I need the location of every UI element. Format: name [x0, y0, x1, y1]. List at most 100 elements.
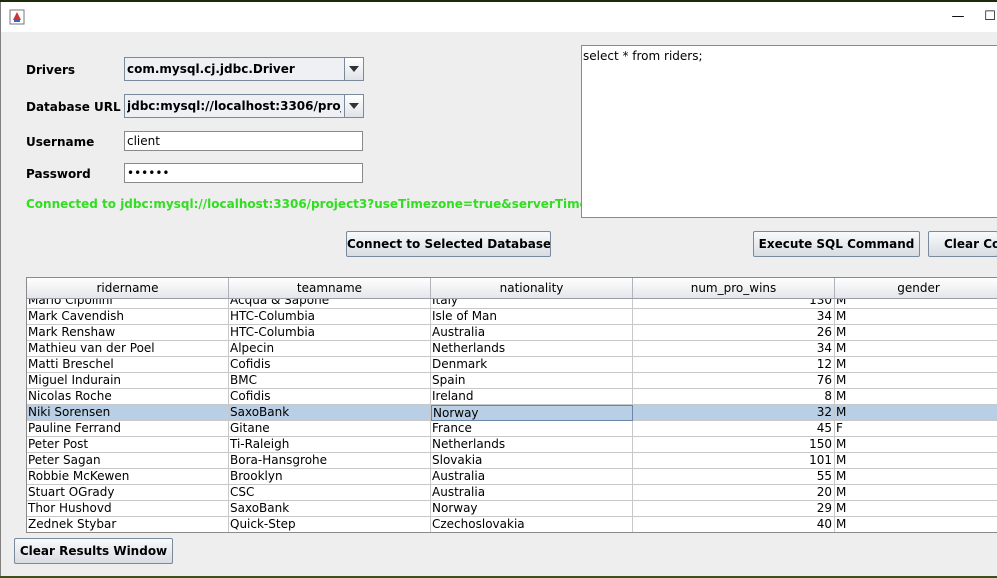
results-table[interactable]: Mario Cipollini Acqua & Sapone Italy 130 M Ma… [26, 277, 997, 533]
table-cell[interactable]: 32 [633, 405, 835, 421]
table-row[interactable]: Nicolas Roche Cofidis Ireland 8 M [27, 389, 997, 405]
table-cell[interactable]: Thor Hushovd [27, 501, 229, 517]
column-header-nationality[interactable]: nationality [431, 278, 633, 298]
database-url-combo[interactable]: jdbc:mysql://localhost:3306/project3... [124, 94, 364, 118]
table-row[interactable]: Stuart OGrady CSC Australia 20 M [27, 485, 997, 501]
table-row[interactable]: Pauline Ferrand Gitane France 45 F [27, 421, 997, 437]
table-cell[interactable]: Quick-Step [229, 517, 431, 532]
table-cell[interactable]: M [835, 405, 997, 421]
table-cell[interactable]: M [835, 325, 997, 341]
drivers-combo[interactable]: com.mysql.cj.jdbc.Driver [124, 57, 364, 81]
table-cell[interactable]: Norway [431, 405, 633, 421]
table-cell[interactable]: 34 [633, 341, 835, 357]
table-row[interactable]: Miguel Indurain BMC Spain 76 M [27, 373, 997, 389]
table-row[interactable]: Zednek Stybar Quick-Step Czechoslovakia 40 M [27, 517, 997, 532]
table-cell[interactable]: M [835, 469, 997, 485]
password-field[interactable]: •••••• [124, 163, 363, 183]
column-header-teamname[interactable]: teamname [229, 278, 431, 298]
table-cell[interactable]: HTC-Columbia [229, 325, 431, 341]
table-cell[interactable]: Brooklyn [229, 469, 431, 485]
table-cell[interactable]: Zednek Stybar [27, 517, 229, 532]
table-cell[interactable]: Alpecin [229, 341, 431, 357]
table-cell[interactable]: Mark Cavendish [27, 309, 229, 325]
table-cell[interactable]: Cofidis [229, 389, 431, 405]
table-cell[interactable]: Mark Renshaw [27, 325, 229, 341]
table-cell[interactable]: Gitane [229, 421, 431, 437]
clear-command-button[interactable]: Clear Con [928, 231, 997, 257]
minimize-button[interactable]: — [949, 8, 967, 26]
table-cell[interactable]: Australia [431, 485, 633, 501]
table-cell[interactable]: CSC [229, 485, 431, 501]
table-cell[interactable]: Bora-Hansgrohe [229, 453, 431, 469]
table-cell[interactable]: Peter Post [27, 437, 229, 453]
maximize-button[interactable]: ☐ [981, 8, 997, 26]
table-cell[interactable]: HTC-Columbia [229, 309, 431, 325]
execute-sql-button[interactable]: Execute SQL Command [753, 231, 920, 257]
connect-button[interactable]: Connect to Selected Database [346, 231, 551, 257]
table-cell[interactable]: M [835, 341, 997, 357]
table-cell[interactable]: 76 [633, 373, 835, 389]
table-cell[interactable]: M [835, 357, 997, 373]
table-cell[interactable]: 45 [633, 421, 835, 437]
table-cell[interactable]: France [431, 421, 633, 437]
column-header-num-pro-wins[interactable]: num_pro_wins [633, 278, 835, 298]
table-cell[interactable]: Australia [431, 325, 633, 341]
table-row[interactable]: Mark Renshaw HTC-Columbia Australia 26 M [27, 325, 997, 341]
table-cell[interactable]: M [835, 485, 997, 501]
table-cell[interactable]: M [835, 453, 997, 469]
table-cell[interactable]: Nicolas Roche [27, 389, 229, 405]
table-row[interactable]: Niki Sorensen SaxoBank Norway 32 M [27, 405, 997, 421]
table-cell[interactable]: SaxoBank [229, 501, 431, 517]
table-cell[interactable]: M [835, 501, 997, 517]
table-cell[interactable]: Spain [431, 373, 633, 389]
table-row[interactable]: Mark Cavendish HTC-Columbia Isle of Man 34 M [27, 309, 997, 325]
table-cell[interactable]: Niki Sorensen [27, 405, 229, 421]
table-cell[interactable]: M [835, 437, 997, 453]
table-cell[interactable]: Slovakia [431, 453, 633, 469]
table-row[interactable]: Robbie McKewen Brooklyn Australia 55 M [27, 469, 997, 485]
table-cell[interactable]: Pauline Ferrand [27, 421, 229, 437]
table-row[interactable]: Peter Post Ti-Raleigh Netherlands 150 M [27, 437, 997, 453]
table-cell[interactable]: Ireland [431, 389, 633, 405]
table-cell[interactable]: M [835, 373, 997, 389]
table-cell[interactable]: Miguel Indurain [27, 373, 229, 389]
clear-results-button[interactable]: Clear Results Window [14, 538, 173, 564]
table-cell[interactable]: Czechoslovakia [431, 517, 633, 532]
table-cell[interactable]: SaxoBank [229, 405, 431, 421]
table-cell[interactable]: Matti Breschel [27, 357, 229, 373]
table-cell[interactable]: Peter Sagan [27, 453, 229, 469]
username-field[interactable]: client [124, 131, 363, 151]
table-cell[interactable]: Australia [431, 469, 633, 485]
table-cell[interactable]: 34 [633, 309, 835, 325]
column-header-gender[interactable]: gender [835, 278, 997, 298]
table-cell[interactable]: Denmark [431, 357, 633, 373]
table-cell[interactable]: BMC [229, 373, 431, 389]
table-row[interactable]: Matti Breschel Cofidis Denmark 12 M [27, 357, 997, 373]
table-row[interactable]: Peter Sagan Bora-Hansgrohe Slovakia 101 M [27, 453, 997, 469]
table-cell[interactable]: 40 [633, 517, 835, 532]
table-cell[interactable]: 12 [633, 357, 835, 373]
sql-command-textarea[interactable]: select * from riders; [581, 45, 997, 218]
table-cell[interactable]: Netherlands [431, 437, 633, 453]
table-cell[interactable]: Netherlands [431, 341, 633, 357]
table-cell[interactable]: Ti-Raleigh [229, 437, 431, 453]
table-cell[interactable]: 101 [633, 453, 835, 469]
table-cell[interactable]: Cofidis [229, 357, 431, 373]
table-cell[interactable]: Robbie McKewen [27, 469, 229, 485]
table-cell[interactable]: F [835, 421, 997, 437]
table-cell[interactable]: Isle of Man [431, 309, 633, 325]
table-cell[interactable]: M [835, 389, 997, 405]
table-row[interactable]: Thor Hushovd SaxoBank Norway 29 M [27, 501, 997, 517]
table-cell[interactable]: Stuart OGrady [27, 485, 229, 501]
table-cell[interactable]: Norway [431, 501, 633, 517]
chevron-down-icon[interactable] [344, 58, 363, 80]
chevron-down-icon[interactable] [344, 95, 363, 117]
column-header-ridername[interactable]: ridername [27, 278, 229, 298]
table-cell[interactable]: 150 [633, 437, 835, 453]
table-cell[interactable]: Mathieu van der Poel [27, 341, 229, 357]
table-cell[interactable]: 26 [633, 325, 835, 341]
table-cell[interactable]: M [835, 309, 997, 325]
table-row[interactable]: Mathieu van der Poel Alpecin Netherlands 34… [27, 341, 997, 357]
table-cell[interactable]: 29 [633, 501, 835, 517]
table-cell[interactable]: 8 [633, 389, 835, 405]
